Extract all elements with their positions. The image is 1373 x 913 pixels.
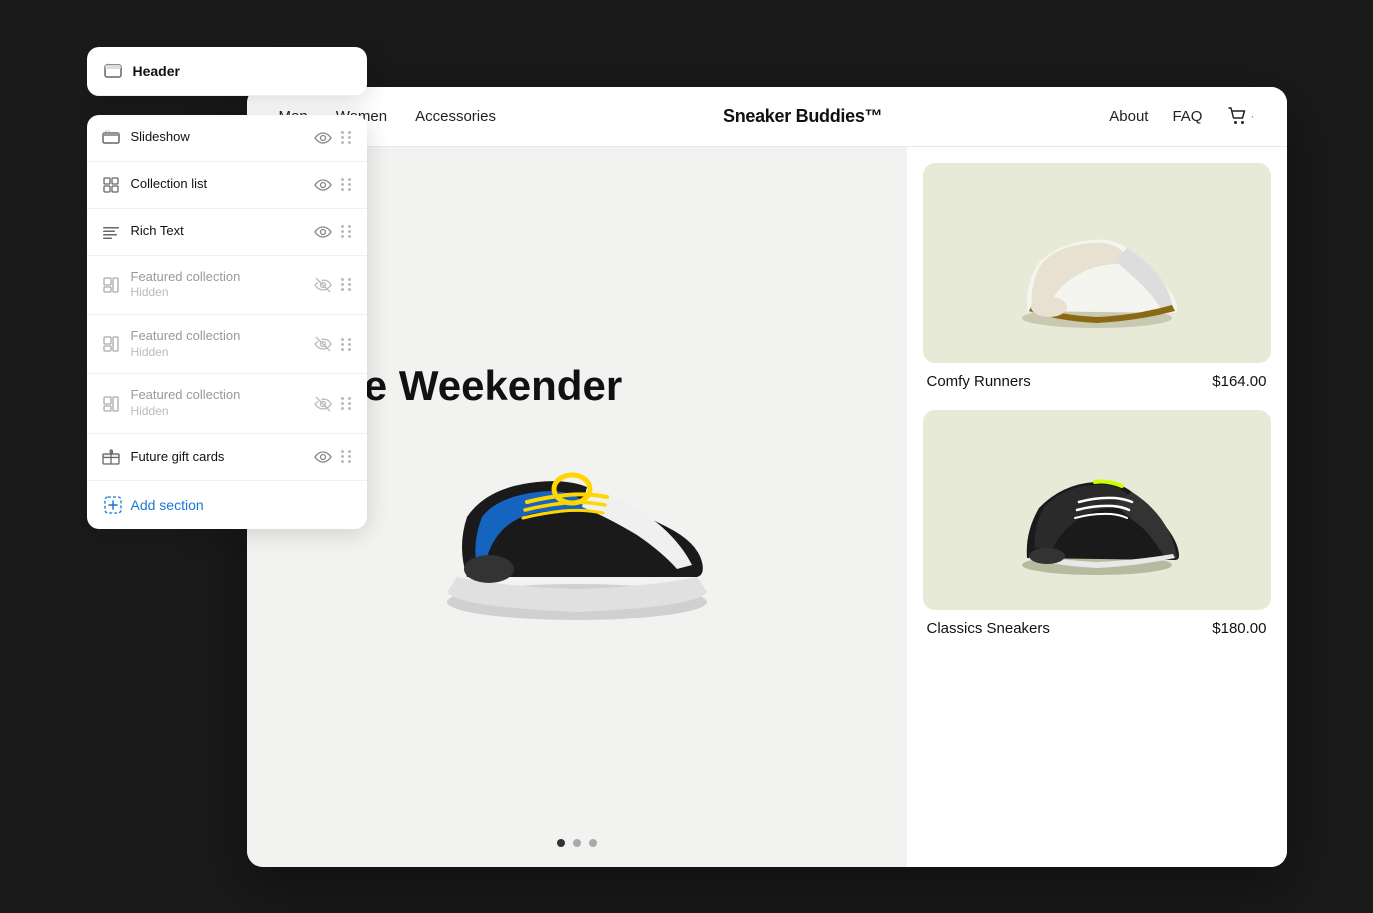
cart-icon[interactable]: · (1226, 105, 1254, 127)
product-img-2 (923, 410, 1271, 610)
dot-2[interactable] (573, 839, 581, 847)
sidebar-item-featured-3[interactable]: Featured collection Hidden (87, 374, 367, 433)
sidebar-item-label-gift: Future gift cards (131, 449, 225, 466)
visibility-icon-slideshow[interactable] (313, 128, 333, 148)
sidebar-panel: Slideshow (87, 115, 367, 529)
hidden-icon-featured-3[interactable] (313, 394, 333, 414)
sidebar-item-featured-2[interactable]: Featured collection Hidden (87, 315, 367, 374)
browser-frame: Men Women Accessories Sneaker Buddies™ A… (247, 87, 1287, 867)
dot-3[interactable] (589, 839, 597, 847)
header-panel: Header (87, 47, 367, 96)
featured-icon-3 (101, 394, 121, 414)
sidebar-item-label-slideshow: Slideshow (131, 129, 190, 146)
store-body: The Weekender (247, 147, 1287, 867)
sidebar-item-label-collection: Collection list (131, 176, 208, 193)
drag-handle-richtext[interactable] (341, 225, 353, 238)
featured-icon-2 (101, 334, 121, 354)
sidebar-item-left-featured-2: Featured collection Hidden (101, 328, 241, 360)
nav-right: About FAQ · (1109, 105, 1254, 127)
product-info-1: Comfy Runners $164.00 (923, 363, 1271, 394)
header-panel-title-row: Header (87, 47, 367, 96)
header-panel-icon (103, 61, 123, 81)
header-panel-title-text: Header (133, 63, 180, 79)
nav-faq[interactable]: FAQ (1172, 108, 1202, 125)
drag-handle-featured-2[interactable] (341, 338, 353, 351)
hidden-icon-featured-1[interactable] (313, 275, 333, 295)
product-sidebar: Comfy Runners $164.00 (907, 147, 1287, 867)
product-price-1: $164.00 (1212, 373, 1266, 390)
hidden-icon-featured-2[interactable] (313, 334, 333, 354)
add-section-icon (103, 495, 123, 515)
cart-dot: · (1250, 109, 1254, 123)
sidebar-item-actions-featured-3 (313, 394, 353, 414)
sidebar-item-featured-1[interactable]: Featured collection Hidden (87, 256, 367, 315)
store-header: Men Women Accessories Sneaker Buddies™ A… (247, 87, 1287, 147)
sidebar-item-actions-featured-2 (313, 334, 353, 354)
sidebar-item-slideshow[interactable]: Slideshow (87, 115, 367, 162)
gift-icon (101, 447, 121, 467)
hero-dots (557, 839, 597, 847)
sidebar-item-gift-cards[interactable]: Future gift cards (87, 434, 367, 481)
product-name-2: Classics Sneakers (927, 620, 1050, 637)
sidebar-item-left-slideshow: Slideshow (101, 128, 190, 148)
sidebar-item-label-richtext: Rich Text (131, 223, 184, 240)
dot-1[interactable] (557, 839, 565, 847)
sidebar-item-actions-featured-1 (313, 275, 353, 295)
sidebar-item-actions-gift (313, 447, 353, 467)
sidebar-item-left-featured-1: Featured collection Hidden (101, 269, 241, 301)
sidebar-item-label-featured-1: Featured collection Hidden (131, 269, 241, 301)
drag-handle-slideshow[interactable] (341, 131, 353, 144)
sidebar-item-rich-text[interactable]: Rich Text (87, 209, 367, 256)
sidebar-item-label-featured-3: Featured collection Hidden (131, 387, 241, 419)
visibility-icon-collection[interactable] (313, 175, 333, 195)
product-price-2: $180.00 (1212, 620, 1266, 637)
sidebar-item-left-featured-3: Featured collection Hidden (101, 387, 241, 419)
product-card-1[interactable]: Comfy Runners $164.00 (923, 163, 1271, 394)
slideshow-icon (101, 128, 121, 148)
sidebar-item-label-featured-2: Featured collection Hidden (131, 328, 241, 360)
add-section-label: Add section (131, 497, 204, 513)
product-info-2: Classics Sneakers $180.00 (923, 610, 1271, 641)
hero-shoe-svg (407, 407, 747, 627)
outer-wrapper: Header Slideshow (87, 47, 1287, 867)
sidebar-item-collection-list[interactable]: Collection list (87, 162, 367, 209)
product-name-1: Comfy Runners (927, 373, 1031, 390)
sidebar-item-left-collection: Collection list (101, 175, 208, 195)
sidebar-item-actions-richtext (313, 222, 353, 242)
hero-shoe (407, 407, 747, 667)
featured-icon-1 (101, 275, 121, 295)
richtext-icon (101, 222, 121, 242)
visibility-icon-richtext[interactable] (313, 222, 333, 242)
drag-handle-featured-3[interactable] (341, 397, 353, 410)
product-img-1 (923, 163, 1271, 363)
sidebar-item-actions-collection (313, 175, 353, 195)
collection-icon (101, 175, 121, 195)
nav-accessories[interactable]: Accessories (415, 108, 496, 125)
add-section-button[interactable]: Add section (87, 481, 367, 529)
nav-about[interactable]: About (1109, 108, 1148, 125)
store-logo: Sneaker Buddies™ (723, 106, 882, 127)
sidebar-item-left-gift: Future gift cards (101, 447, 225, 467)
drag-handle-collection[interactable] (341, 178, 353, 191)
visibility-icon-gift[interactable] (313, 447, 333, 467)
sidebar-item-left-richtext: Rich Text (101, 222, 184, 242)
product-card-2[interactable]: Classics Sneakers $180.00 (923, 410, 1271, 641)
drag-handle-featured-1[interactable] (341, 278, 353, 291)
sidebar-item-actions-slideshow (313, 128, 353, 148)
drag-handle-gift[interactable] (341, 450, 353, 463)
